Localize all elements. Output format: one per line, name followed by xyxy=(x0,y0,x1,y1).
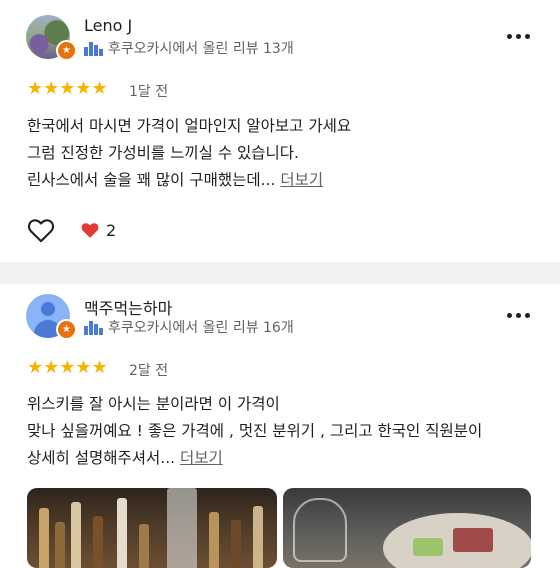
star-rating: ★★★★★ xyxy=(27,78,108,99)
red-heart-icon xyxy=(81,223,99,238)
heart-outline-icon[interactable] xyxy=(27,217,55,243)
review-divider xyxy=(0,262,560,284)
star-rating: ★★★★★ xyxy=(27,357,108,378)
reviewer-name[interactable]: 맥주먹는하마 xyxy=(84,295,172,319)
reviewer-meta-text: 후쿠오카시에서 올린 리뷰 16개 xyxy=(108,320,294,336)
local-guide-star-icon: ★ xyxy=(56,40,77,61)
local-guide-star-icon: ★ xyxy=(56,319,77,340)
more-vert-icon[interactable] xyxy=(505,26,531,46)
reaction-count[interactable]: 2 xyxy=(80,221,116,240)
reviewer-meta-text: 후쿠오카시에서 올린 리뷰 13개 xyxy=(108,41,294,57)
review-line: 맞나 싶을꺼예요 ! 좋은 가격에 , 멋진 분위기 , 그리고 한국인 직원분… xyxy=(27,422,483,440)
reviewer-meta: 후쿠오카시에서 올린 리뷰 13개 xyxy=(84,38,294,58)
review-photo[interactable] xyxy=(27,488,277,568)
more-vert-icon[interactable] xyxy=(505,305,531,325)
review-text: 한국에서 마시면 가격이 얼마인지 알아보고 가세요 그럼 진정한 가성비를 느… xyxy=(27,113,547,194)
review-line: 린사스에서 술을 꽤 많이 구매했는데... 더보기 xyxy=(27,171,324,189)
review-time: 1달 전 xyxy=(129,84,169,100)
review-line: 한국에서 마시면 가격이 얼마인지 알아보고 가세요 xyxy=(27,117,352,135)
review-actions: 2 xyxy=(27,217,116,243)
review-line: 상세히 설명해주셔서... 더보기 xyxy=(27,449,223,467)
reviewer-meta: 후쿠오카시에서 올린 리뷰 16개 xyxy=(84,317,294,337)
review-photos xyxy=(0,488,560,568)
read-more-link[interactable]: 더보기 xyxy=(180,449,223,467)
reaction-count-value: 2 xyxy=(106,220,117,240)
reviewer-name[interactable]: Leno J xyxy=(84,16,132,35)
review-line: 위스키를 잘 아시는 분이라면 이 가격이 xyxy=(27,395,280,413)
read-more-link[interactable]: 더보기 xyxy=(280,171,323,189)
review-text: 위스키를 잘 아시는 분이라면 이 가격이 맞나 싶을꺼예요 ! 좋은 가격에 … xyxy=(27,391,547,472)
review-photo[interactable] xyxy=(283,488,531,568)
review-time: 2달 전 xyxy=(129,363,169,379)
city-skyline-icon xyxy=(84,319,103,335)
review-card-2: ★ 맥주먹는하마 후쿠오카시에서 올린 리뷰 16개 ★★★★★ 2달 전 위스… xyxy=(0,284,560,568)
review-line: 그럼 진정한 가성비를 느끼실 수 있습니다. xyxy=(27,144,299,162)
review-card-1: ★ Leno J 후쿠오카시에서 올린 리뷰 13개 ★★★★★ 1달 전 한국… xyxy=(0,0,560,262)
city-skyline-icon xyxy=(84,40,103,56)
